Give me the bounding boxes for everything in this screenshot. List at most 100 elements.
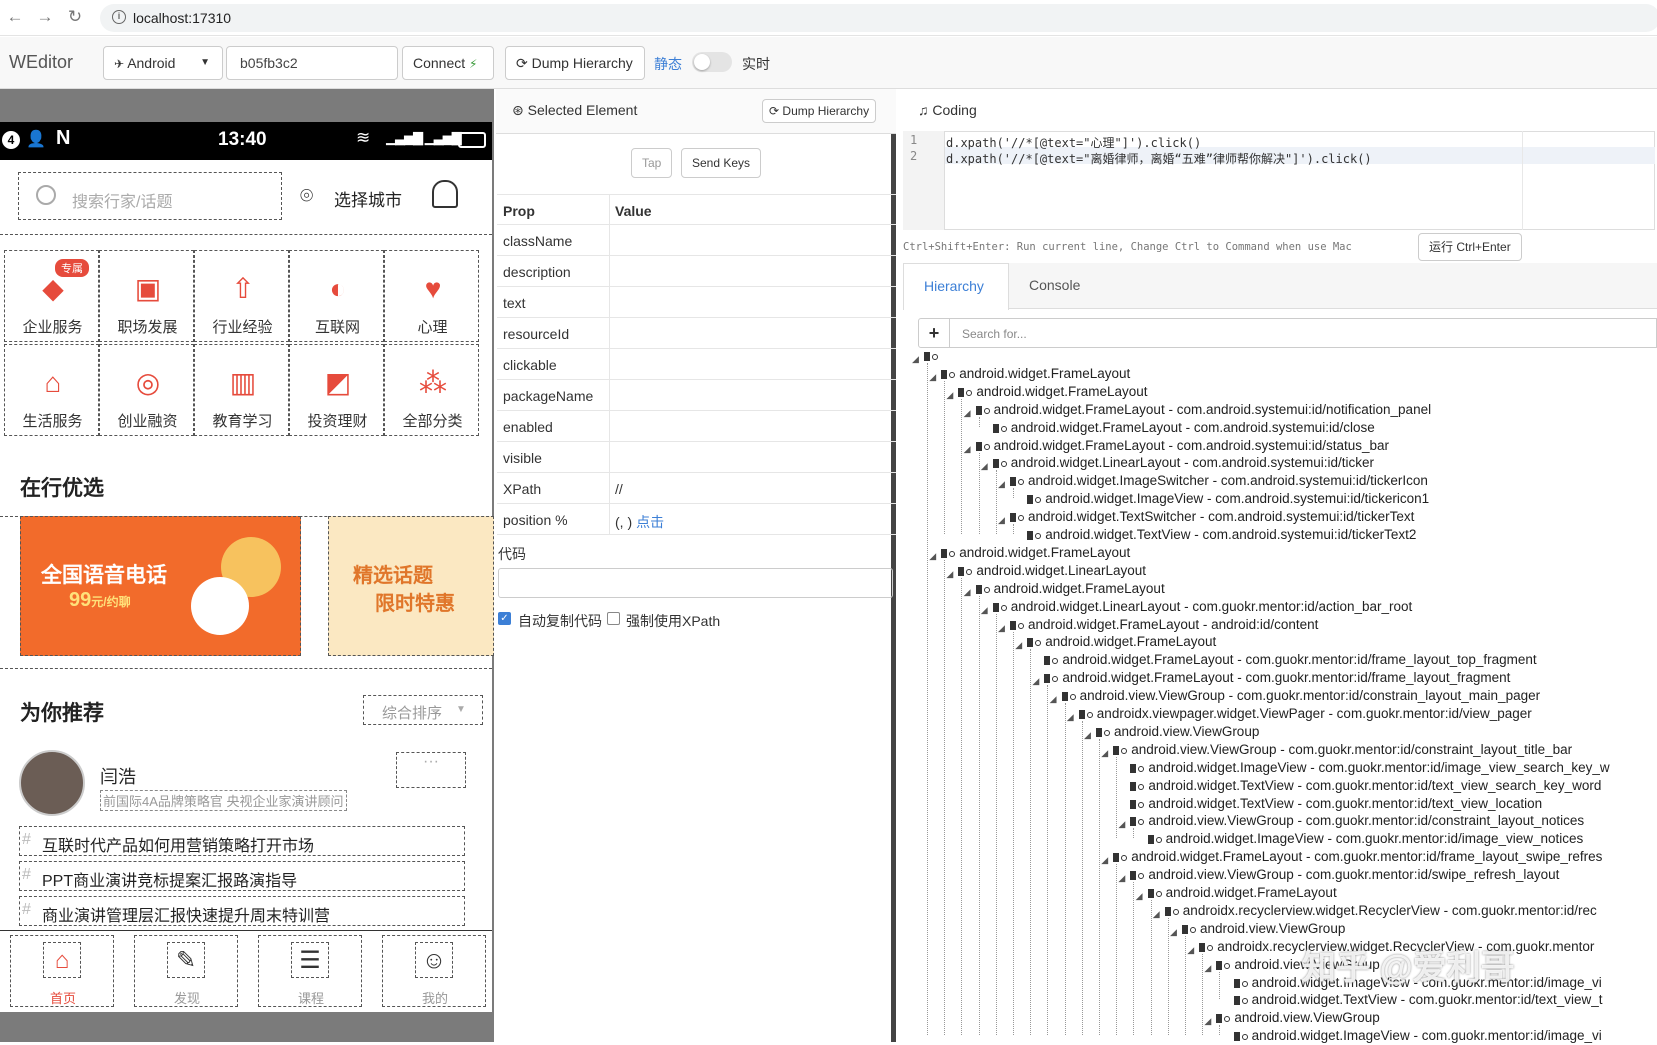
realtime-toggle[interactable] [692, 52, 732, 72]
tree-node[interactable]: ◢ android.widget.FrameLayout [1136, 884, 1337, 902]
click-link[interactable]: 点击 [636, 514, 664, 530]
expand-arrow-icon[interactable]: ◢ [1170, 923, 1177, 941]
tree-node[interactable]: ◢ android.widget.FrameLayout - android:id… [998, 616, 1318, 634]
tree-node[interactable]: ◢ android.widget.FrameLayout - com.androi… [964, 437, 1389, 455]
expand-arrow-icon[interactable]: ◢ [1187, 941, 1194, 959]
topic-item[interactable]: # PPT商业演讲竞标提案汇报路演指导 [19, 861, 465, 891]
tree-node[interactable]: ◢ android.widget.FrameLayout [1015, 633, 1216, 651]
category-5[interactable]: ♥ 心理 [384, 250, 479, 342]
expand-arrow-icon[interactable]: ◢ [1084, 726, 1091, 744]
back-arrow-icon[interactable]: ← [4, 7, 26, 27]
category-10[interactable]: ⁂ 全部分类 [384, 344, 479, 436]
topic-item[interactable]: # 互联时代产品如何用营销策略打开市场 [19, 826, 465, 856]
code-line-2[interactable]: d.xpath('//*[@text="离婚律师，离婚“五难”律师帮你解决"]'… [946, 150, 1372, 167]
panel-dump-hierarchy-button[interactable]: ⟳ Dump Hierarchy [762, 99, 877, 123]
nav-item-1[interactable]: ⌂ 首页 [10, 935, 114, 1007]
force-xpath-checkbox[interactable] [607, 612, 620, 625]
tree-node[interactable]: ◢ android.widget.FrameLayout - com.androi… [964, 401, 1431, 419]
expand-arrow-icon[interactable]: ◢ [981, 457, 988, 475]
expand-arrow-icon[interactable]: ◢ [998, 475, 1005, 493]
connect-button[interactable]: Connect ⚡ [402, 46, 494, 80]
send-keys-button[interactable]: Send Keys [681, 148, 762, 178]
tree-node[interactable]: android.widget.TextView - com.guokr.ment… [1130, 795, 1542, 813]
tree-node[interactable]: ◢ androidx.recyclerview.widget.RecyclerVi… [1153, 902, 1597, 920]
expand-arrow-icon[interactable]: ◢ [1050, 690, 1057, 708]
platform-select[interactable]: ✈ Android ▼ [103, 46, 223, 80]
url-field[interactable] [100, 4, 1657, 32]
code-output-field[interactable] [498, 568, 893, 598]
expand-arrow-icon[interactable]: ◢ [946, 565, 953, 583]
expand-arrow-icon[interactable]: ◢ [1204, 1012, 1211, 1030]
category-7[interactable]: ◎ 创业融资 [99, 344, 194, 436]
category-8[interactable]: ▥ 教育学习 [194, 344, 289, 436]
tree-node[interactable]: ◢ android.view.ViewGroup [1084, 723, 1259, 741]
tree-node[interactable]: ◢ android.view.ViewGroup [1204, 1009, 1379, 1027]
tree-node[interactable]: android.widget.TextView - com.android.sy… [1027, 526, 1416, 544]
expand-arrow-icon[interactable]: ◢ [1118, 815, 1125, 833]
bell-icon[interactable] [432, 180, 458, 208]
tree-node[interactable]: android.widget.ImageView - com.android.s… [1027, 490, 1429, 508]
tree-node[interactable]: ◢ android.widget.FrameLayout [929, 365, 1130, 383]
category-9[interactable]: ◩ 投资理财 [289, 344, 384, 436]
expand-arrow-icon[interactable]: ◢ [964, 440, 971, 458]
tree-node[interactable]: android.widget.ImageView - com.guokr.men… [1130, 759, 1610, 777]
topic-item[interactable]: # 商业演讲管理层汇报快速提升周末特训营 [19, 896, 465, 926]
tree-node[interactable]: ◢ android.view.ViewGroup - com.guokr.ment… [1101, 741, 1572, 759]
expand-arrow-icon[interactable]: ◢ [1101, 744, 1108, 762]
tap-button[interactable]: Tap [631, 148, 673, 178]
expand-arrow-icon[interactable]: ◢ [1204, 959, 1211, 977]
code-line-1[interactable]: d.xpath('//*[@text="心理"]').click() [946, 134, 1201, 151]
expand-arrow-icon[interactable]: ◢ [1153, 905, 1160, 923]
tree-node[interactable]: android.widget.ImageView - com.guokr.men… [1147, 830, 1583, 848]
expand-arrow-icon[interactable]: ◢ [1118, 869, 1125, 887]
expand-arrow-icon[interactable]: ◢ [946, 386, 953, 404]
expand-arrow-icon[interactable]: ◢ [1032, 672, 1039, 690]
expand-arrow-icon[interactable]: ◢ [1136, 887, 1143, 905]
phone-city[interactable]: 选择城市 [334, 186, 402, 211]
category-3[interactable]: ⇧ 行业经验 [194, 250, 289, 342]
category-4[interactable]: ◐ 互联网 [289, 250, 384, 342]
tree-node[interactable]: ◢ android.widget.FrameLayout - com.guokr.… [1101, 848, 1602, 866]
nav-item-3[interactable]: ☰ 课程 [258, 935, 362, 1007]
info-icon[interactable]: i [112, 10, 126, 24]
expand-arrow-icon[interactable]: ◢ [1101, 851, 1108, 869]
tree-node[interactable]: ◢ android.widget.FrameLayout [929, 544, 1130, 562]
expand-arrow-icon[interactable]: ◢ [912, 350, 919, 368]
sort-dropdown[interactable]: 综合排序 ▼ [363, 695, 483, 725]
more-options-icon[interactable]: ··· [396, 752, 466, 788]
tree-node[interactable]: ◢ androidx.viewpager.widget.ViewPager - c… [1067, 705, 1532, 723]
tree-node[interactable]: android.widget.FrameLayout - com.android… [992, 419, 1375, 437]
tree-node[interactable]: android.widget.FrameLayout - com.guokr.m… [1044, 651, 1537, 669]
expand-arrow-icon[interactable]: ◢ [998, 511, 1005, 529]
tree-node[interactable]: ◢ android.widget.FrameLayout [946, 383, 1147, 401]
expand-all-button[interactable]: + [918, 318, 950, 348]
expand-arrow-icon[interactable]: ◢ [964, 404, 971, 422]
category-6[interactable]: ⌂ 生活服务 [4, 344, 99, 436]
avatar[interactable] [19, 750, 85, 816]
forward-arrow-icon[interactable]: → [34, 7, 56, 27]
auto-copy-checkbox[interactable]: ✓ [498, 612, 511, 625]
nav-item-4[interactable]: ☺ 我的 [382, 935, 486, 1007]
tree-search-input[interactable]: Search for... [949, 318, 1657, 348]
tree-node[interactable]: android.widget.TextView - com.guokr.ment… [1233, 991, 1603, 1009]
category-2[interactable]: ▣ 职场发展 [99, 250, 194, 342]
expand-arrow-icon[interactable]: ◢ [998, 619, 1005, 637]
expand-arrow-icon[interactable]: ◢ [964, 583, 971, 601]
tab-console[interactable]: Console [1009, 263, 1109, 309]
tree-node[interactable]: ◢ android.widget.ImageSwitcher - com.andr… [998, 472, 1428, 490]
tree-node[interactable]: ◢ android.widget.FrameLayout [964, 580, 1165, 598]
tree-node[interactable]: ◢ android.view.ViewGroup [1170, 920, 1345, 938]
nav-item-2[interactable]: ✎ 发现 [134, 935, 238, 1007]
dump-hierarchy-button[interactable]: ⟳ Dump Hierarchy [505, 46, 645, 80]
tree-node[interactable]: ◢ android.widget.LinearLayout - com.andro… [981, 454, 1374, 472]
expand-arrow-icon[interactable]: ◢ [929, 368, 936, 386]
expand-arrow-icon[interactable]: ◢ [1015, 636, 1022, 654]
tree-node[interactable]: ◢ android.widget.LinearLayout - com.guokr… [981, 598, 1413, 616]
tree-node[interactable]: ◢ android.widget.TextSwitcher - com.andro… [998, 508, 1414, 526]
tree-node[interactable]: ◢ android.view.ViewGroup - com.guokr.ment… [1118, 812, 1584, 830]
expand-arrow-icon[interactable]: ◢ [929, 547, 936, 565]
tree-node[interactable]: ◢ android.widget.FrameLayout - com.guokr.… [1032, 669, 1510, 687]
expand-arrow-icon[interactable]: ◢ [981, 601, 988, 619]
tree-node[interactable]: android.widget.ImageView - com.guokr.men… [1233, 1027, 1602, 1045]
tree-node[interactable]: ◢ android.widget.LinearLayout [946, 562, 1146, 580]
